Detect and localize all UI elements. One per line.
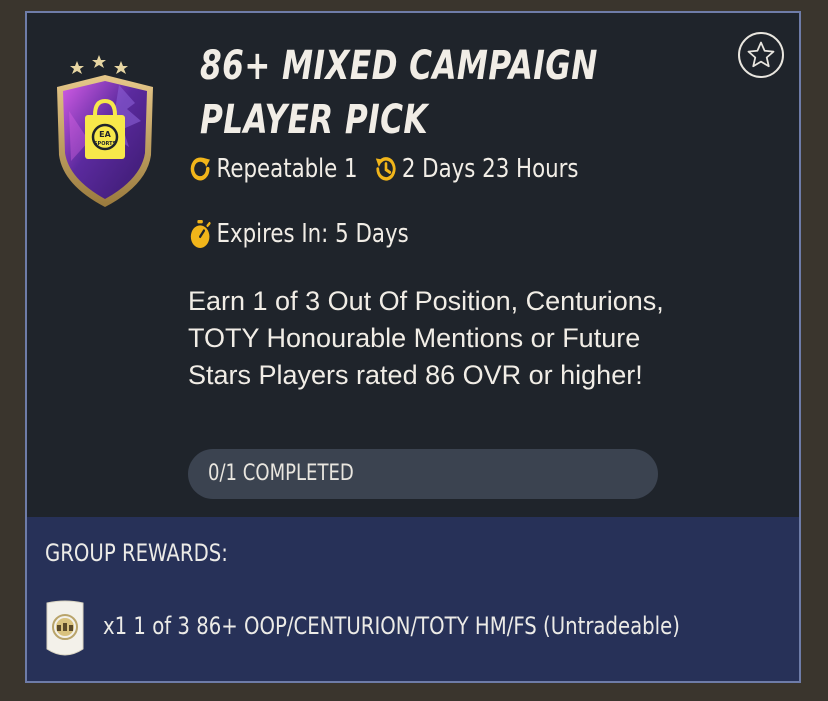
objective-title-line-1: 86+ MIXED CAMPAIGN: [200, 43, 598, 89]
objective-description: Earn 1 of 3 Out Of Position, Centurions,…: [188, 286, 664, 390]
history-clock-icon: [372, 153, 398, 185]
objective-title-line-2: PLAYER PICK: [200, 97, 428, 143]
reward-pack-card-icon[interactable]: [43, 599, 87, 663]
svg-text:SPORTS: SPORTS: [94, 141, 117, 147]
stopwatch-icon: [187, 218, 213, 250]
expiry-text: Expires In: 5 Days: [216, 219, 409, 249]
star-icon: [747, 41, 775, 68]
objective-title: 86+ MIXED CAMPAIGN PLAYER PICK: [200, 39, 606, 147]
campaign-badge-icon: EA SPORTS: [57, 55, 153, 207]
refresh-time: 2 Days 23 Hours: [401, 154, 579, 184]
progress-bar: 0/1 COMPLETED: [188, 449, 658, 499]
favorite-button[interactable]: [738, 32, 784, 78]
objective-meta-row: Repeatable 1 2 Days 23 Hours: [187, 153, 579, 185]
group-rewards-heading: GROUP REWARDS:: [45, 539, 228, 567]
svg-text:EA: EA: [99, 130, 111, 139]
objective-header-panel: EA SPORTS 86+ MIXED CAMPAIGN PLAYER PICK…: [27, 13, 799, 517]
objective-expiry-row: Expires In: 5 Days: [187, 218, 409, 250]
progress-label: 0/1 COMPLETED: [208, 461, 354, 486]
repeatable-count: Repeatable 1: [216, 154, 358, 184]
group-rewards-panel: GROUP REWARDS: x1 1 of 3 86+ OOP/CENTURI…: [27, 517, 799, 681]
objective-card[interactable]: EA SPORTS 86+ MIXED CAMPAIGN PLAYER PICK…: [25, 11, 801, 683]
repeat-icon: [187, 153, 213, 185]
reward-item-label: x1 1 of 3 86+ OOP/CENTURION/TOTY HM/FS (…: [103, 612, 680, 640]
